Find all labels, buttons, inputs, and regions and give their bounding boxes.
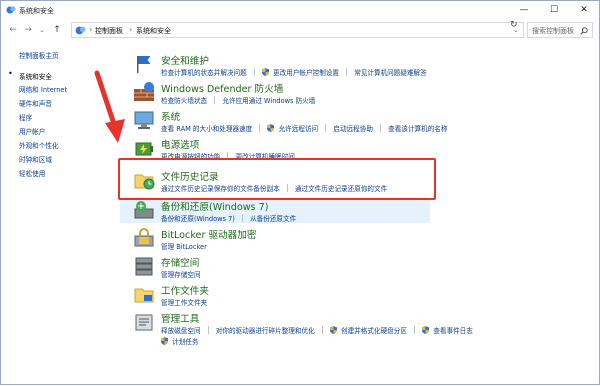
category-heading[interactable]: 备份和还原(Windows 7) <box>161 199 268 213</box>
bitlocker-icon <box>134 228 154 247</box>
category-link[interactable]: 对你的驱动器进行碎片整理和优化 <box>216 325 315 335</box>
search-icon[interactable] <box>580 27 588 35</box>
sidebar-item-network[interactable]: 网络和 Internet <box>19 84 67 94</box>
title-bar: 系统和安全 — ☐ ✕ <box>1 1 599 19</box>
sidebar-item-appearance[interactable]: 外观和个性化 <box>19 140 59 150</box>
minimize-button[interactable]: — <box>509 1 539 19</box>
computer-icon <box>134 111 154 129</box>
breadcrumb-control-panel[interactable]: 控制面板 <box>95 26 123 36</box>
annotation-highlight-box <box>118 158 436 200</box>
forward-button[interactable]: → <box>22 24 34 36</box>
breadcrumb-separator: › <box>89 25 93 34</box>
category-link[interactable]: 释放磁盘空间 <box>161 325 201 335</box>
sidebar-item-user-accounts[interactable]: 用户帐户 <box>19 126 45 136</box>
maximize-button[interactable]: ☐ <box>539 1 569 19</box>
work-folder-icon <box>134 288 154 303</box>
category-link[interactable]: 创建并格式化硬盘分区 <box>341 325 407 335</box>
sidebar-item-clock-region[interactable]: 时钟和区域 <box>19 154 52 164</box>
control-panel-icon <box>6 6 16 14</box>
sidebar-item-system-security[interactable]: 系统和安全 <box>19 71 52 81</box>
control-panel-icon <box>75 26 86 35</box>
category-heading[interactable]: Windows Defender 防火墙 <box>161 81 283 95</box>
category-link[interactable]: 常见计算机问题疑难解答 <box>354 67 427 77</box>
category-link[interactable]: 更改用户帐户控制设置 <box>273 67 339 77</box>
category-heading[interactable]: 工作文件夹 <box>161 283 209 297</box>
address-field[interactable]: › 控制面板 › 系统和安全 ⌄ <box>71 22 524 38</box>
control-panel-window: 系统和安全 — ☐ ✕ ← → ⌄ ↑ › 控制面板 › 系统和安全 ⌄ ↻ 搜… <box>0 0 600 385</box>
category-link[interactable]: 管理工作文件夹 <box>161 297 207 307</box>
category-link[interactable]: 查看该计算机的名称 <box>388 123 447 133</box>
close-button[interactable]: ✕ <box>569 1 599 19</box>
window-title: 系统和安全 <box>19 7 54 15</box>
battery-icon <box>135 142 153 156</box>
category-link[interactable]: 启动远程协助 <box>333 123 373 133</box>
search-input[interactable]: 搜索控制面板 <box>527 22 593 38</box>
back-button[interactable]: ← <box>7 24 19 36</box>
uac-shield-icon <box>161 337 168 345</box>
category-heading[interactable]: 安全和维护 <box>161 53 209 67</box>
up-button[interactable]: ↑ <box>51 24 63 36</box>
sidebar: 控制面板主页 • 系统和安全 网络和 Internet 硬件和声音 程序 用户帐… <box>1 41 121 381</box>
category-link[interactable]: 查看事件日志 <box>433 325 473 335</box>
category-link[interactable]: 计划任务 <box>172 336 198 346</box>
uac-shield-icon <box>422 326 430 334</box>
sidebar-item-hardware-sound[interactable]: 硬件和声音 <box>19 98 52 108</box>
category-heading[interactable]: BitLocker 驱动器加密 <box>161 227 256 241</box>
category-link[interactable]: 管理存储空间 <box>161 269 201 279</box>
category-link[interactable]: 查看 RAM 的大小和处理器速度 <box>161 123 252 133</box>
category-heading[interactable]: 系统 <box>161 109 180 123</box>
storage-icon <box>135 257 153 276</box>
backup-icon <box>134 201 154 219</box>
uac-shield-icon <box>329 326 337 334</box>
breadcrumb-separator: › <box>129 25 133 34</box>
category-heading[interactable]: 管理工具 <box>161 311 199 325</box>
recent-locations-button[interactable]: ⌄ <box>36 24 48 36</box>
category-link[interactable]: 检查防火墙状态 <box>161 95 207 105</box>
uac-shield-icon <box>261 68 269 76</box>
category-heading[interactable]: 电源选项 <box>161 137 199 151</box>
admin-tools-icon <box>135 314 153 331</box>
category-link[interactable]: 允许应用通过 Windows 防火墙 <box>222 95 315 105</box>
search-placeholder: 搜索控制面板 <box>532 27 574 35</box>
category-link[interactable]: 检查计算机的状态并解决问题 <box>161 67 247 77</box>
sidebar-item-programs[interactable]: 程序 <box>19 112 32 122</box>
uac-shield-icon <box>267 124 275 132</box>
category-link[interactable]: 允许远程访问 <box>279 123 319 133</box>
category-link[interactable]: 管理 BitLocker <box>161 241 207 251</box>
category-heading[interactable]: 存储空间 <box>161 255 199 269</box>
category-link[interactable]: 从备份还原文件 <box>250 213 296 223</box>
firewall-icon <box>134 82 154 101</box>
sidebar-item-ease-of-access[interactable]: 轻松使用 <box>19 168 45 178</box>
address-bar: ← → ⌄ ↑ › 控制面板 › 系统和安全 ⌄ ↻ 搜索控制面板 <box>1 19 599 41</box>
sidebar-item-home[interactable]: 控制面板主页 <box>19 50 59 60</box>
flag-icon <box>137 56 151 73</box>
category-link[interactable]: 备份和还原(Windows 7) <box>161 213 235 223</box>
refresh-button[interactable]: ↻ <box>510 20 518 30</box>
current-page-indicator: • <box>8 69 13 78</box>
breadcrumb-system-security[interactable]: 系统和安全 <box>136 26 171 36</box>
